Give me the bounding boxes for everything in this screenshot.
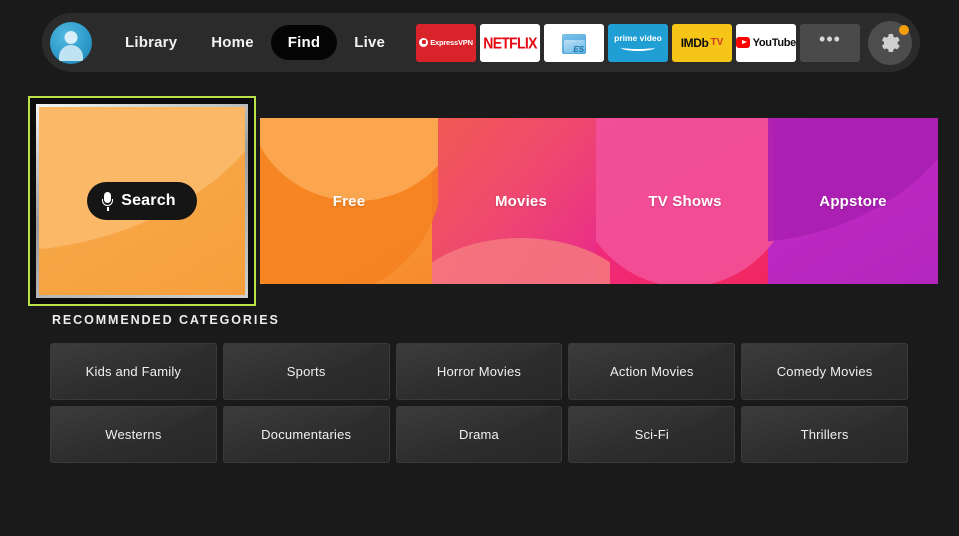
tile-free-label: Free — [332, 192, 366, 210]
search-label: Search — [121, 192, 176, 209]
tile-decoration — [432, 237, 610, 284]
app-shortcuts: ExpressVPN NETFLIX ES prime video IMDb T… — [416, 20, 912, 65]
category-label: Westerns — [105, 427, 162, 442]
category-label: Comedy Movies — [776, 364, 873, 379]
category-action-movies[interactable]: Action Movies — [568, 343, 736, 400]
microphone-icon — [102, 191, 114, 211]
settings-button[interactable] — [868, 20, 912, 65]
category-kids-and-family[interactable]: Kids and Family — [50, 343, 217, 400]
category-row: Westerns Documentaries Drama Sci-Fi Thri… — [50, 406, 908, 463]
category-label: Horror Movies — [436, 364, 522, 379]
app-icon-youtube[interactable]: YouTube — [736, 23, 796, 62]
category-thrillers[interactable]: Thrillers — [741, 406, 908, 463]
gear-icon — [882, 33, 900, 52]
app-icon-more[interactable]: ••• — [800, 23, 860, 62]
app-icon-netflix[interactable]: NETFLIX — [480, 23, 540, 62]
category-horror-movies[interactable]: Horror Movies — [395, 343, 563, 400]
top-navigation-bar: Library Home Find Live ExpressVPN NETFLI… — [42, 13, 920, 72]
amazon-smile-icon — [621, 44, 655, 51]
expressvpn-logo-icon — [419, 38, 429, 47]
app-icon-imdb-tv[interactable]: IMDb TV — [672, 23, 732, 62]
category-label: Action Movies — [610, 364, 694, 379]
app-icon-es-file-explorer[interactable]: ES — [544, 23, 604, 62]
recommended-categories-title: RECOMMENDED CATEGORIES — [52, 313, 280, 327]
category-drama[interactable]: Drama — [395, 406, 563, 463]
tile-movies[interactable]: Movies — [432, 118, 610, 284]
tile-appstore-label: Appstore — [819, 192, 887, 210]
tile-appstore[interactable]: Appstore — [768, 118, 938, 284]
tile-tv-shows-label: TV Shows — [648, 192, 722, 210]
category-label: Kids and Family — [85, 364, 182, 379]
nav-item-home[interactable]: Home — [194, 25, 270, 60]
category-label: Drama — [458, 427, 499, 442]
tile-search[interactable]: Search — [28, 96, 256, 306]
hero-tile-row: Search Free Movies TV Shows Appstore — [28, 96, 938, 306]
youtube-label: YouTube — [752, 36, 796, 49]
tile-decoration — [260, 118, 438, 201]
tile-free[interactable]: Free — [260, 118, 438, 284]
tile-movies-label: Movies — [494, 192, 548, 210]
prime-video-label: prime video — [614, 33, 662, 44]
nav-item-library[interactable]: Library — [108, 25, 194, 60]
netflix-label: NETFLIX — [483, 33, 537, 52]
avatar[interactable] — [50, 21, 92, 64]
youtube-play-icon — [736, 37, 750, 48]
es-label: ES — [573, 44, 584, 54]
expressvpn-label: ExpressVPN — [430, 38, 473, 47]
category-label: Sports — [286, 364, 326, 379]
folder-icon: ES — [562, 32, 586, 54]
avatar-head-icon — [64, 30, 78, 44]
app-icon-expressvpn[interactable]: ExpressVPN — [416, 23, 476, 62]
category-label: Thrillers — [800, 427, 849, 442]
tile-decoration — [768, 118, 938, 244]
category-sports[interactable]: Sports — [222, 343, 390, 400]
category-westerns[interactable]: Westerns — [50, 406, 217, 463]
category-documentaries[interactable]: Documentaries — [222, 406, 390, 463]
avatar-body-icon — [59, 44, 83, 61]
app-icon-prime-video[interactable]: prime video — [608, 23, 668, 62]
category-sci-fi[interactable]: Sci-Fi — [568, 406, 736, 463]
nav-item-find[interactable]: Find — [270, 25, 338, 60]
category-row: Kids and Family Sports Horror Movies Act… — [50, 343, 908, 400]
category-comedy-movies[interactable]: Comedy Movies — [741, 343, 908, 400]
imdb-label: IMDb — [680, 35, 709, 50]
tile-decoration — [39, 107, 245, 253]
imdb-tv-suffix-label: TV — [710, 37, 724, 48]
category-label: Documentaries — [261, 427, 352, 442]
notification-dot — [899, 24, 909, 35]
recommended-categories-grid: Kids and Family Sports Horror Movies Act… — [50, 343, 908, 463]
tile-tv-shows[interactable]: TV Shows — [596, 118, 774, 284]
search-button[interactable]: Search — [87, 182, 197, 220]
nav-item-live[interactable]: Live — [337, 25, 402, 60]
nav-links: Library Home Find Live — [108, 25, 402, 60]
category-label: Sci-Fi — [634, 427, 669, 442]
